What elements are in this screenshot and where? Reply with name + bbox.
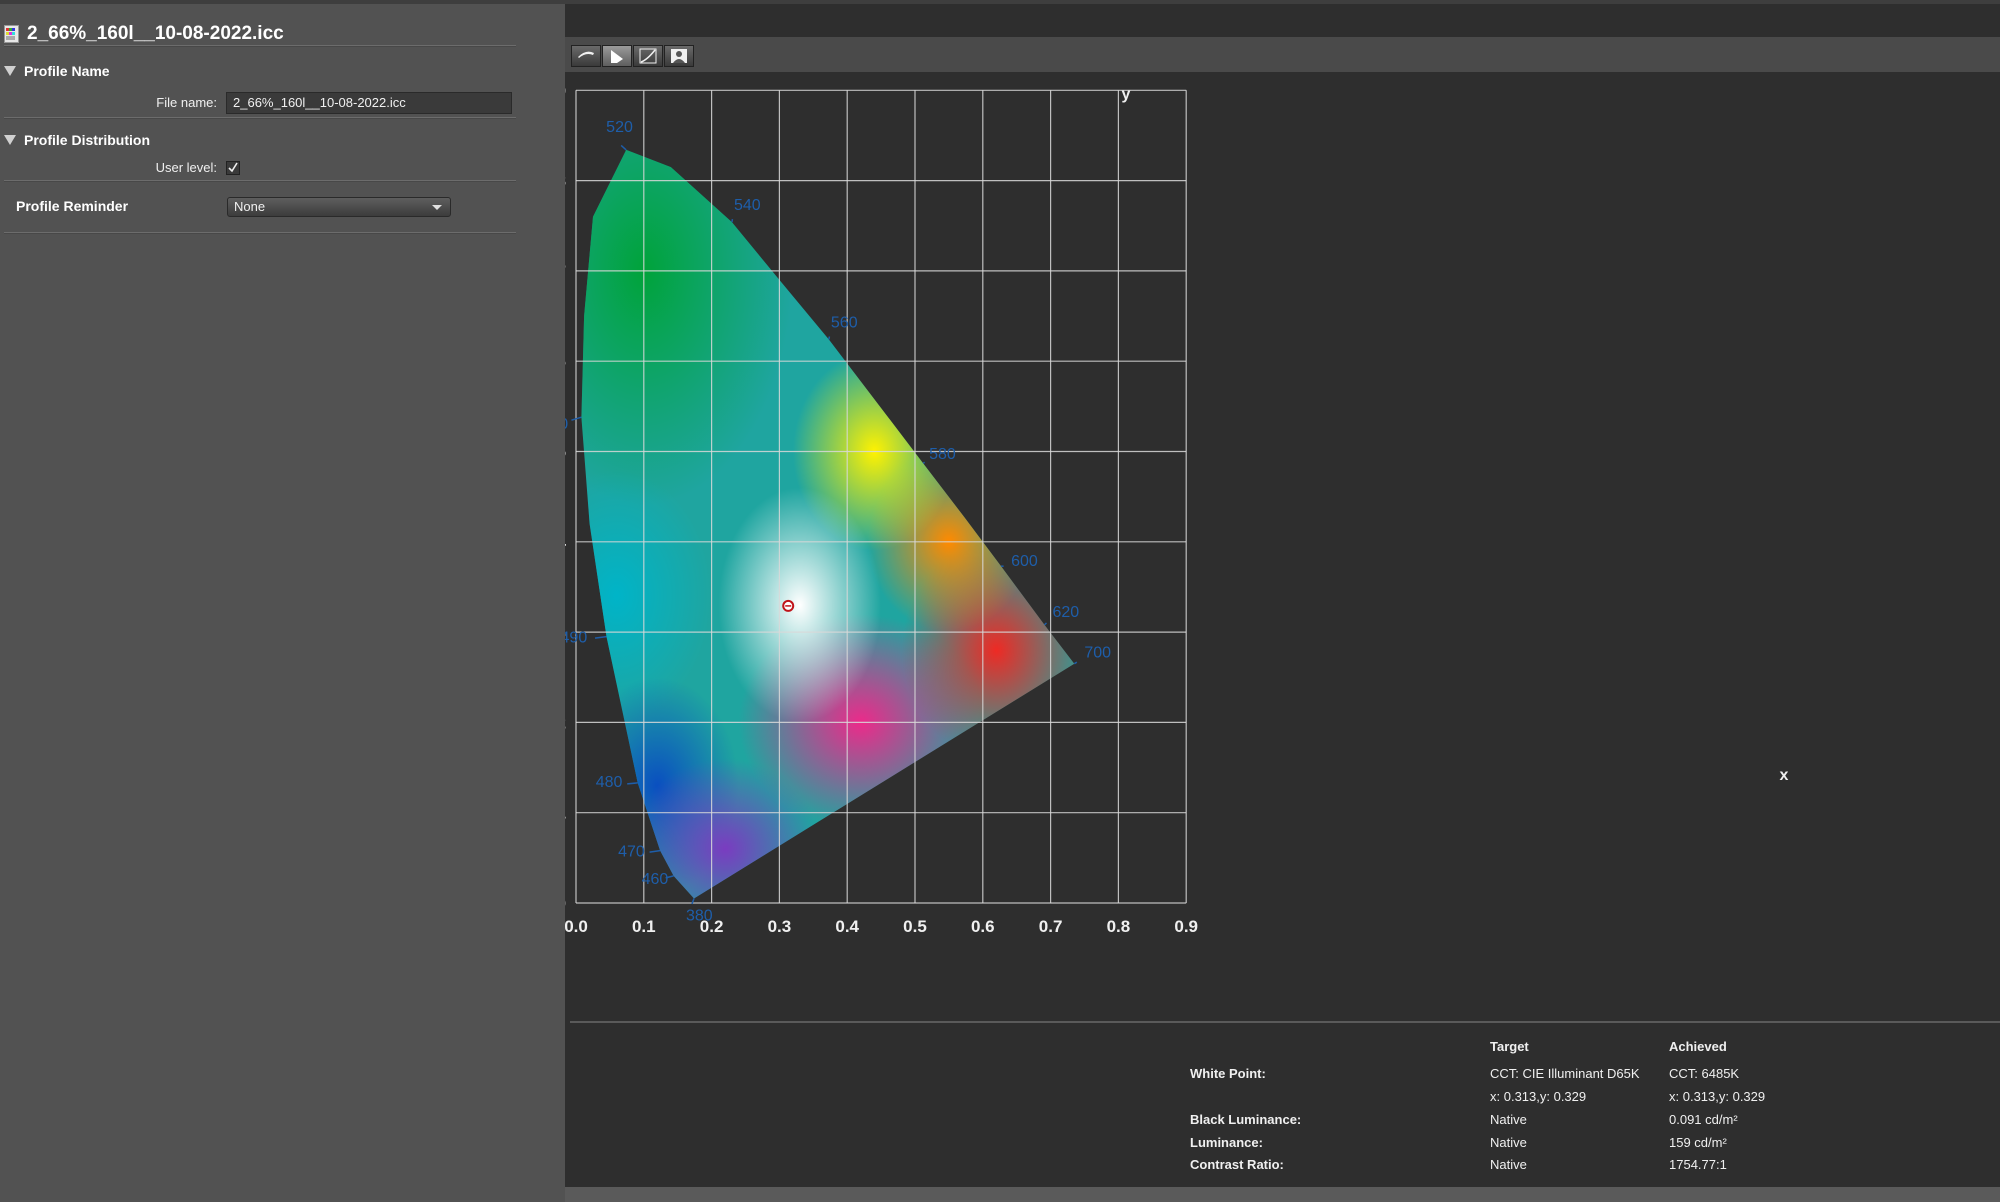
- summary-achieved-value: CCT: 6485K: [1669, 1066, 1740, 1081]
- toolbar-button-eye[interactable]: [571, 45, 601, 67]
- wavelength-label: 490: [565, 630, 587, 647]
- profile-reminder-label: Profile Reminder: [16, 198, 129, 214]
- section-profile-name-toggle[interactable]: Profile Name: [4, 63, 110, 79]
- summary-row-label: White Point:: [1190, 1066, 1266, 1081]
- summary-col-achieved: Achieved: [1669, 1039, 1727, 1054]
- disclosure-triangle-icon: [4, 66, 16, 76]
- user-level-checkbox[interactable]: [226, 161, 240, 175]
- y-tick-label: 0.0: [565, 894, 566, 913]
- eye-icon: [578, 51, 594, 58]
- chevron-down-icon: [432, 205, 442, 210]
- document-title-text: 2_66%_160l__10-08-2022.icc: [27, 23, 284, 44]
- summary-achieved-value: 159 cd/m²: [1669, 1135, 1727, 1150]
- y-tick-label: 0.8: [565, 172, 566, 191]
- icc-file-icon: [4, 25, 19, 43]
- wavelength-tick: [731, 219, 734, 223]
- file-name-field[interactable]: 2_66%_160l__10-08-2022.icc: [226, 92, 512, 114]
- wavelength-tick: [594, 635, 607, 639]
- section-profile-distribution-toggle[interactable]: Profile Distribution: [4, 132, 150, 148]
- wavelength-tick: [1043, 622, 1048, 626]
- y-axis-label: y: [1122, 86, 1131, 103]
- bottom-scrollbar[interactable]: [565, 1187, 2000, 1202]
- x-tick-label: 0.8: [1107, 917, 1131, 936]
- wavelength-label: 470: [618, 844, 645, 861]
- wavelength-label: 560: [831, 315, 858, 332]
- chart-points: [782, 599, 795, 612]
- wavelength-tick: [922, 461, 926, 464]
- white-point-marker: [782, 599, 795, 612]
- file-name-label: File name:: [156, 95, 217, 110]
- y-tick-label: 0.1: [565, 804, 566, 823]
- y-tick-label: 0.6: [565, 352, 566, 371]
- wavelength-label: 520: [606, 119, 633, 136]
- divider: [4, 180, 516, 182]
- disclosure-triangle-icon: [4, 135, 16, 145]
- summary-target-value: CCT: CIE Illuminant D65K: [1490, 1066, 1640, 1081]
- x-tick-label: 0.9: [1174, 917, 1198, 936]
- summary-achieved-value: 1754.77:1: [1669, 1157, 1727, 1172]
- wavelength-label: 500: [565, 416, 568, 433]
- divider: [4, 45, 516, 47]
- wavelength-label: 600: [1011, 553, 1038, 570]
- x-axis-label: x: [1780, 767, 1789, 784]
- summary-row-label: Contrast Ratio:: [1190, 1157, 1284, 1172]
- section-profile-distribution-title: Profile Distribution: [24, 132, 150, 148]
- wavelength-tick: [649, 849, 661, 853]
- y-tick-label: 0.5: [565, 443, 566, 462]
- wavelength-tick: [1073, 661, 1078, 665]
- user-level-label: User level:: [155, 160, 217, 175]
- divider: [4, 117, 516, 119]
- x-tick-label: 0.3: [768, 917, 792, 936]
- chart-summary-divider: [570, 1021, 2000, 1023]
- x-tick-label: 0.1: [632, 917, 656, 936]
- x-tick-label: 0.4: [835, 917, 859, 936]
- summary-row-label: Luminance:: [1190, 1135, 1263, 1150]
- toolbar-button-gamut[interactable]: [602, 45, 632, 67]
- curve-icon: [639, 48, 657, 64]
- view-toolbar: [565, 37, 2000, 72]
- wavelength-label: 700: [1084, 645, 1111, 662]
- wavelength-label: 580: [929, 446, 956, 463]
- cie-chromaticity-chart: 0.00.10.20.30.40.50.60.70.80.9 0.00.10.2…: [565, 81, 1789, 936]
- summary-achieved-value: 0.091 cd/m²: [1669, 1112, 1738, 1127]
- checkmark-icon: [226, 161, 240, 175]
- wavelength-label: 480: [596, 774, 623, 791]
- wavelength-tick: [627, 782, 638, 785]
- x-axis-ticks: 0.0 0.1 0.2 0.3 0.4 0.5 0.6 0.7 0.8 0.9: [565, 917, 1198, 936]
- wavelength-label: 540: [734, 197, 761, 214]
- profile-settings-panel: 2_66%_160l__10-08-2022.icc Profile Name …: [0, 4, 565, 1202]
- wavelength-tick: [620, 144, 627, 151]
- summary-row-label: Black Luminance:: [1190, 1112, 1302, 1127]
- spectral-locus-fill: [581, 149, 1075, 899]
- wavelength-label: 380: [686, 907, 713, 924]
- document-title: 2_66%_160l__10-08-2022.icc: [4, 22, 284, 46]
- portrait-icon: [671, 49, 687, 63]
- y-tick-label: 0.2: [565, 713, 566, 732]
- x-tick-label: 0.7: [1039, 917, 1063, 936]
- summary-target-value: x: 0.313,y: 0.329: [1490, 1089, 1587, 1104]
- summary-target-value: Native: [1490, 1112, 1527, 1127]
- wavelength-tick: [828, 336, 831, 340]
- summary-achieved-value: x: 0.313,y: 0.329: [1669, 1089, 1766, 1104]
- y-axis-ticks: 0.00.10.20.30.40.50.60.70.80.9: [565, 81, 567, 913]
- profile-reminder-select[interactable]: None: [227, 197, 451, 217]
- section-profile-name-title: Profile Name: [24, 63, 110, 79]
- toolbar-button-curve[interactable]: [633, 45, 663, 67]
- y-tick-label: 0.7: [565, 262, 566, 281]
- y-tick-label: 0.4: [565, 533, 567, 552]
- profile-reminder-value: None: [234, 199, 266, 214]
- y-tick-label: 0.9: [565, 81, 566, 100]
- summary-target-value: Native: [1490, 1157, 1527, 1172]
- wavelength-label: 620: [1052, 604, 1079, 621]
- x-tick-label: 0.0: [565, 917, 588, 936]
- x-tick-label: 0.5: [903, 917, 927, 936]
- x-tick-label: 0.6: [971, 917, 995, 936]
- wavelength-label: 460: [642, 871, 669, 888]
- gamut-icon: [611, 50, 623, 63]
- summary-target-value: Native: [1490, 1135, 1527, 1150]
- toolbar-button-portrait[interactable]: [664, 45, 694, 67]
- divider: [4, 232, 516, 234]
- summary-col-target: Target: [1490, 1039, 1529, 1054]
